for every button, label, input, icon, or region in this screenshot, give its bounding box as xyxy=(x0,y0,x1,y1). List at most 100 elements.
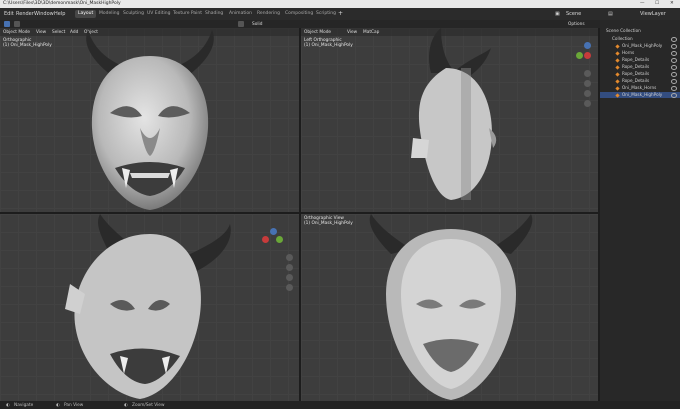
tab-modeling[interactable]: Modeling xyxy=(96,10,122,18)
gizmo-y-axis-icon[interactable] xyxy=(276,236,283,243)
minimize-button[interactable]: — xyxy=(640,1,645,6)
mouse-left-icon: ◐ xyxy=(6,402,10,408)
global-orientation-icon[interactable] xyxy=(238,21,244,27)
collection-label: Collection xyxy=(612,36,633,41)
view-layer-name[interactable]: ViewLayer xyxy=(640,11,666,17)
outliner-item-selected[interactable]: Oni_Mask_HighPoly xyxy=(600,92,680,98)
outliner-item[interactable]: Rope_Details xyxy=(600,64,680,70)
shading-mode[interactable]: Solid xyxy=(252,22,262,27)
viewport-top-right[interactable]: Object Mode View MatCap Left Orthographi… xyxy=(301,28,598,212)
outliner-panel: Scene Collection Collection Oni_Mask_Hig… xyxy=(600,20,680,401)
close-button[interactable]: ✕ xyxy=(670,1,674,6)
viewport-bottom-right[interactable]: Orthographic View (1) Oni_Mask_HighPoly xyxy=(301,214,598,401)
outliner-item[interactable]: Oni_Mask_HighPoly xyxy=(600,43,680,49)
visibility-eye-icon[interactable] xyxy=(671,51,677,56)
mesh-object-icon xyxy=(615,78,620,84)
tool-header: Solid Options xyxy=(0,20,600,28)
menu-item-render[interactable]: Render xyxy=(16,11,34,17)
tab-rendering[interactable]: Rendering xyxy=(254,10,283,18)
outliner-item-label: Rope_Details xyxy=(622,64,650,69)
mesh-object-icon xyxy=(615,64,620,70)
zoom-view-icon[interactable] xyxy=(584,70,591,77)
outliner-item[interactable]: Horns xyxy=(600,50,680,56)
menu-item-window[interactable]: Window xyxy=(34,11,54,17)
scene-name[interactable]: Scene xyxy=(566,11,581,17)
visibility-eye-icon[interactable] xyxy=(671,58,677,63)
gizmo-x-axis-icon[interactable] xyxy=(262,236,269,243)
view-menu[interactable]: View xyxy=(347,30,357,35)
visibility-eye-icon[interactable] xyxy=(671,86,677,91)
mesh-object-icon xyxy=(615,50,620,56)
outliner-item-label: Rope_Details xyxy=(622,57,650,62)
outliner-item[interactable]: Rope_Details xyxy=(600,57,680,63)
tab-animation[interactable]: Animation xyxy=(226,10,255,18)
mouse-right-icon: ◐ xyxy=(124,402,128,408)
tab-compositing[interactable]: Compositing xyxy=(282,10,316,18)
camera-view-icon[interactable] xyxy=(584,90,591,97)
visibility-eye-icon[interactable] xyxy=(671,72,677,77)
outliner-item-label: Oni_Mask_HighPoly xyxy=(622,43,663,48)
select-box-icon[interactable] xyxy=(4,21,10,27)
outliner-item-label: Horns xyxy=(622,50,635,55)
zoom-view-icon[interactable] xyxy=(286,254,293,261)
visibility-eye-icon[interactable] xyxy=(671,65,677,70)
outliner-scene-collection[interactable]: Scene Collection xyxy=(600,28,680,34)
tab-layout[interactable]: Layout xyxy=(75,10,97,18)
menu-item-help[interactable]: Help xyxy=(54,11,65,17)
matcap-menu[interactable]: MatCap xyxy=(363,30,379,35)
status-bar: ◐ Navigate ◐ Pan View ◐ Zoom/Set View xyxy=(0,401,680,409)
gizmo-z-axis-icon[interactable] xyxy=(270,228,277,235)
tab-sculpting[interactable]: Sculpting xyxy=(120,10,147,18)
outliner-item[interactable]: Oni_Mask_Horns xyxy=(600,85,680,91)
mesh-object-icon xyxy=(615,92,620,98)
object-name: (1) Oni_Mask_HighPoly xyxy=(304,43,353,48)
pan-view-icon[interactable] xyxy=(286,264,293,271)
outliner-item-label: Rope_Details xyxy=(622,78,650,83)
status-navigate: Navigate xyxy=(14,402,34,408)
view-menu[interactable]: View xyxy=(36,30,46,35)
mesh-object-icon xyxy=(615,71,620,77)
visibility-eye-icon[interactable] xyxy=(671,79,677,84)
mesh-object-icon xyxy=(615,85,620,91)
top-menu-bar: Edit Render Window Help Layout Modeling … xyxy=(0,8,680,20)
outliner-item[interactable]: Rope_Details xyxy=(600,78,680,84)
perspective-toggle-icon[interactable] xyxy=(584,100,591,107)
select-mode-icon[interactable] xyxy=(14,21,20,27)
options-dropdown[interactable]: Options xyxy=(568,22,585,27)
visibility-eye-icon[interactable] xyxy=(671,93,677,98)
viewport-top-left[interactable]: Object Mode View Select Add Object Ortho… xyxy=(0,28,299,212)
scene-selector-icon[interactable]: ▣ xyxy=(555,11,560,17)
view-layer-icon[interactable]: ▤ xyxy=(608,11,613,17)
add-workspace-icon[interactable]: + xyxy=(338,10,343,17)
window-title: C:\Users\Files\3D\3D\demonmask\Oni_MaskH… xyxy=(3,1,121,6)
oni-mask-three-quarter-render xyxy=(65,214,231,399)
mode-dropdown[interactable]: Object Mode xyxy=(304,30,331,35)
mode-dropdown[interactable]: Object Mode xyxy=(3,30,30,35)
perspective-toggle-icon[interactable] xyxy=(286,284,293,291)
gizmo-x-axis-icon[interactable] xyxy=(584,52,591,59)
object-name: (1) Oni_Mask_HighPoly xyxy=(3,43,52,48)
visibility-eye-icon[interactable] xyxy=(671,37,677,42)
visibility-eye-icon[interactable] xyxy=(671,44,677,49)
gizmo-z-axis-icon[interactable] xyxy=(584,42,591,49)
gizmo-y-axis-icon[interactable] xyxy=(576,52,583,59)
status-pan-view: Pan View xyxy=(64,402,84,408)
scene-collection-label: Scene Collection xyxy=(606,28,641,33)
mouse-middle-icon: ◐ xyxy=(56,402,60,408)
outliner-collection[interactable]: Collection xyxy=(600,36,680,42)
tab-scripting[interactable]: Scripting xyxy=(313,10,339,18)
outliner-item[interactable]: Rope_Details xyxy=(600,71,680,77)
menu-item-edit[interactable]: Edit xyxy=(4,11,14,17)
tab-shading[interactable]: Shading xyxy=(202,10,226,18)
oni-mask-back-render xyxy=(369,214,533,400)
pan-view-icon[interactable] xyxy=(584,80,591,87)
mesh-object-icon xyxy=(615,43,620,49)
oni-mask-side-render xyxy=(411,28,497,200)
object-name: (1) Oni_Mask_HighPoly xyxy=(304,221,353,226)
tab-texture-paint[interactable]: Texture Paint xyxy=(170,10,205,18)
viewport-bottom-left[interactable] xyxy=(0,214,299,401)
mesh-object-icon xyxy=(615,57,620,63)
camera-view-icon[interactable] xyxy=(286,274,293,281)
outliner-item-label: Oni_Mask_HighPoly xyxy=(622,92,663,97)
maximize-button[interactable]: ☐ xyxy=(655,1,659,6)
